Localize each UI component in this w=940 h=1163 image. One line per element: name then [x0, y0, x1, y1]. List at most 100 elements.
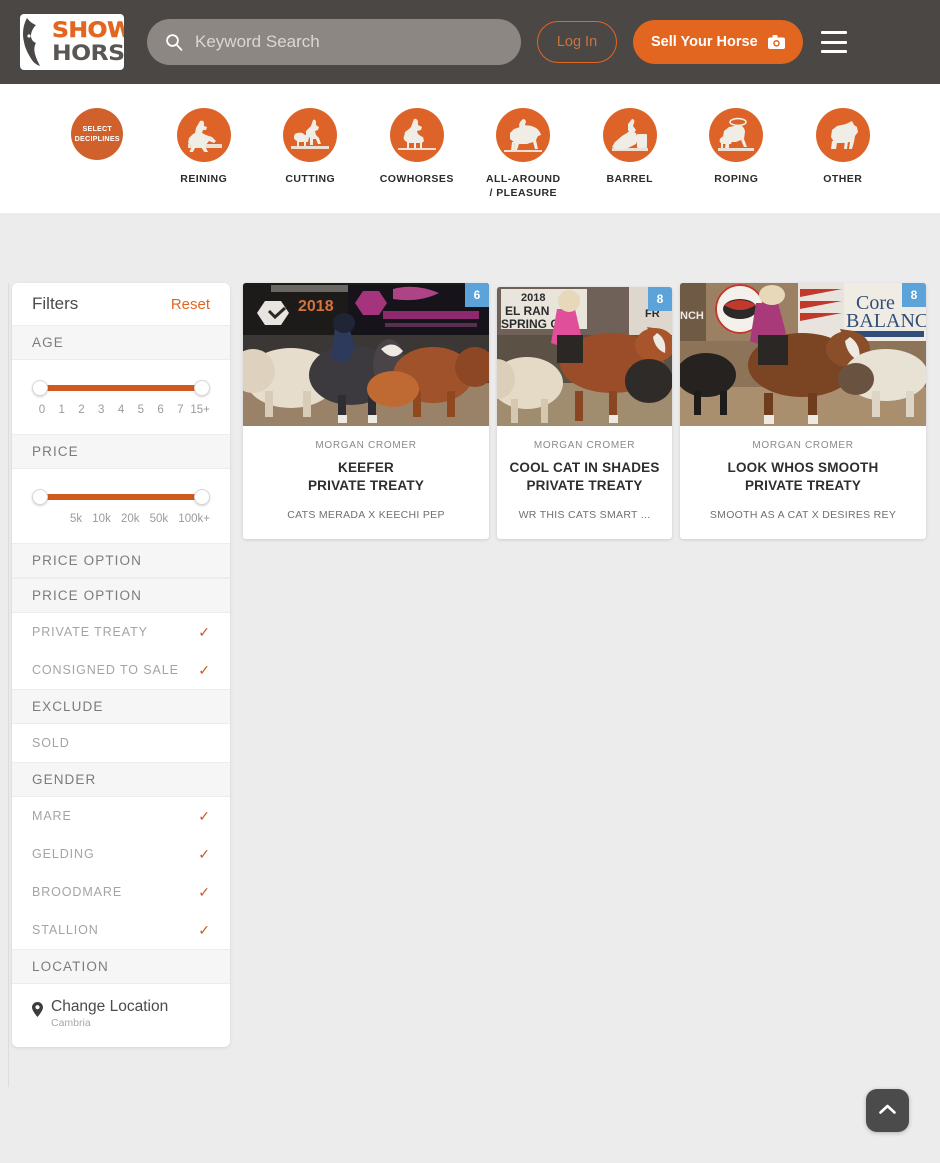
discipline-label-barrel: BARREL	[606, 173, 653, 185]
listing-card[interactable]: NCH Core BALANCE	[680, 283, 926, 540]
scroll-to-top-button[interactable]	[866, 1089, 909, 1132]
current-location-value: Cambria	[51, 1017, 91, 1029]
age-tick: 0	[38, 404, 46, 416]
sell-your-horse-button[interactable]: Sell Your Horse	[633, 20, 803, 64]
age-tick: 5	[137, 404, 144, 416]
search-bar[interactable]	[147, 19, 521, 65]
svg-text:EL RAN: EL RAN	[505, 304, 549, 318]
listing-seller: MORGAN CROMER	[752, 440, 854, 451]
all-around-pleasure-icon	[496, 108, 551, 162]
filters-title: Filters	[32, 294, 79, 313]
filter-section-gender-header: GENDER	[12, 762, 230, 797]
price-slider-min-handle[interactable]	[32, 489, 48, 505]
filter-option-consigned-to-sale[interactable]: CONSIGNED TO SALE ✓	[12, 651, 230, 689]
disciplines-bar: SELECT DECIPLINES REINING CUTTING COWHOR…	[0, 84, 940, 213]
listing-photo[interactable]: NCH Core BALANCE	[680, 283, 926, 426]
checkmark-icon: ✓	[198, 624, 210, 640]
listing-name: LOOK WHOS SMOOTH	[727, 460, 879, 475]
discipline-select-disciplines[interactable]: SELECT DECIPLINES	[44, 108, 151, 160]
change-location-label: Change Location	[51, 998, 169, 1015]
search-input[interactable]	[195, 32, 503, 52]
listing-price: PRIVATE TREATY	[307, 478, 425, 494]
cowhorse-icon	[389, 108, 444, 162]
price-slider-max-handle[interactable]	[194, 489, 210, 505]
sell-your-horse-label: Sell Your Horse	[651, 34, 758, 50]
discipline-all-around-pleasure[interactable]: ALL-AROUND / PLEASURE	[470, 108, 577, 200]
reining-horse-icon	[176, 108, 231, 162]
discipline-roping[interactable]: ROPING	[683, 108, 790, 186]
filter-section-price-header: PRICE	[12, 434, 230, 469]
discipline-label-all-around-pleasure: ALL-AROUND / PLEASURE	[486, 173, 561, 200]
discipline-other[interactable]: OTHER	[790, 108, 897, 186]
filter-option-gelding[interactable]: GELDING ✓	[12, 835, 230, 873]
chevron-up-icon	[879, 1102, 896, 1120]
login-button[interactable]: Log In	[537, 21, 617, 63]
filter-option-private-treaty[interactable]: PRIVATE TREATY ✓	[12, 613, 230, 651]
checkmark-icon: ✓	[198, 846, 210, 862]
discipline-reining[interactable]: REINING	[151, 108, 258, 186]
listing-price: PRIVATE TREATY	[744, 478, 862, 494]
filter-option-broodmare[interactable]: BROODMARE ✓	[12, 873, 230, 911]
site-logo[interactable]: SHOW HORSE.CO	[20, 14, 124, 70]
listing-info: MORGAN CROMER COOL CAT IN SHADES PRIVATE…	[497, 426, 672, 539]
filter-section-exclude-header: EXCLUDE	[12, 689, 230, 724]
listing-card[interactable]: 2018 EL RAN SPRING C FR 8 MORGAN CROMER …	[497, 287, 672, 540]
logo-line-2: HORSE.CO	[52, 41, 124, 65]
sidebar-rail	[8, 283, 9, 1087]
listing-pedigree: CATS MERADA X KEECHI PEP	[287, 509, 445, 522]
listing-info: MORGAN CROMER LOOK WHOS SMOOTH PRIVATE T…	[680, 426, 926, 539]
cutting-horse-photo: NCH Core BALANCE	[680, 283, 926, 426]
filter-option-mare[interactable]: MARE ✓	[12, 797, 230, 835]
select-disciplines-label: SELECT DECIPLINES	[74, 124, 120, 143]
discipline-label-reining: REINING	[180, 173, 228, 185]
listing-info: MORGAN CROMER KEEFER PRIVATE TREATY CATS…	[243, 426, 489, 539]
discipline-cowhorses[interactable]: COWHORSES	[364, 108, 471, 186]
checkmark-icon: ✓	[198, 808, 210, 824]
horse-head-icon	[23, 18, 41, 66]
price-slider-bar	[40, 494, 202, 500]
filter-option-label: BROODMARE	[32, 885, 123, 899]
age-slider-min-handle[interactable]	[32, 380, 48, 396]
roping-icon	[709, 108, 764, 162]
hamburger-menu-icon[interactable]	[820, 31, 847, 53]
listing-photo[interactable]: 2018 EL RAN SPRING C FR 8	[497, 287, 672, 426]
svg-text:NCH: NCH	[680, 310, 704, 322]
age-slider-bar	[40, 385, 202, 391]
listing-card[interactable]: 2018 6 MORGAN CROMER KEEFER PRIVATE TREA…	[243, 283, 489, 540]
filter-option-stallion[interactable]: STALLION ✓	[12, 911, 230, 949]
age-slider-max-handle[interactable]	[194, 380, 210, 396]
checkmark-icon: ✓	[198, 662, 210, 678]
listing-name: COOL CAT IN SHADES	[509, 460, 660, 475]
filter-section-price-option-header-1: PRICE OPTION	[12, 543, 230, 578]
discipline-label-other: OTHER	[823, 173, 863, 185]
other-horse-icon	[815, 108, 870, 162]
discipline-label-cowhorses: COWHORSES	[379, 173, 454, 185]
age-slider[interactable]: 0 1 2 3 4 5 6 7 15+	[12, 360, 230, 434]
discipline-cutting[interactable]: CUTTING	[257, 108, 364, 186]
age-tick: 3	[98, 404, 105, 416]
listing-name: KEEFER	[338, 460, 394, 475]
listing-photo-count-badge: 8	[902, 283, 926, 307]
age-tick: 7	[177, 404, 184, 416]
listing-photo-count-badge: 6	[465, 283, 489, 307]
barrel-racing-icon	[602, 108, 657, 162]
listing-photo[interactable]: 2018 6	[243, 283, 489, 426]
filter-option-label: GELDING	[32, 847, 95, 861]
price-slider[interactable]: 5k 10k 20k 50k 100k+	[12, 469, 230, 543]
filters-reset-button[interactable]: Reset	[171, 296, 210, 313]
listing-seller: MORGAN CROMER	[533, 440, 636, 451]
filter-section-age-header: AGE	[12, 325, 230, 360]
change-location-button[interactable]: Change Location Cambria	[12, 984, 230, 1047]
filter-section-price-option-header-2: PRICE OPTION	[12, 578, 230, 613]
svg-text:2018: 2018	[521, 292, 545, 304]
filters-header: Filters Reset	[12, 283, 230, 325]
svg-text:SPRING C: SPRING C	[501, 317, 559, 331]
filter-option-sold[interactable]: SOLD	[12, 724, 230, 762]
discipline-barrel[interactable]: BARREL	[577, 108, 684, 186]
filter-option-label: MARE	[32, 809, 72, 823]
checkmark-icon: ✓	[198, 922, 210, 938]
cutting-horse-photo: 2018	[243, 283, 489, 426]
logo-line-1: SHOW	[52, 18, 124, 42]
listing-pedigree: SMOOTH AS A CAT X DESIRES REY	[709, 509, 897, 522]
listing-price: PRIVATE TREATY	[526, 478, 643, 494]
